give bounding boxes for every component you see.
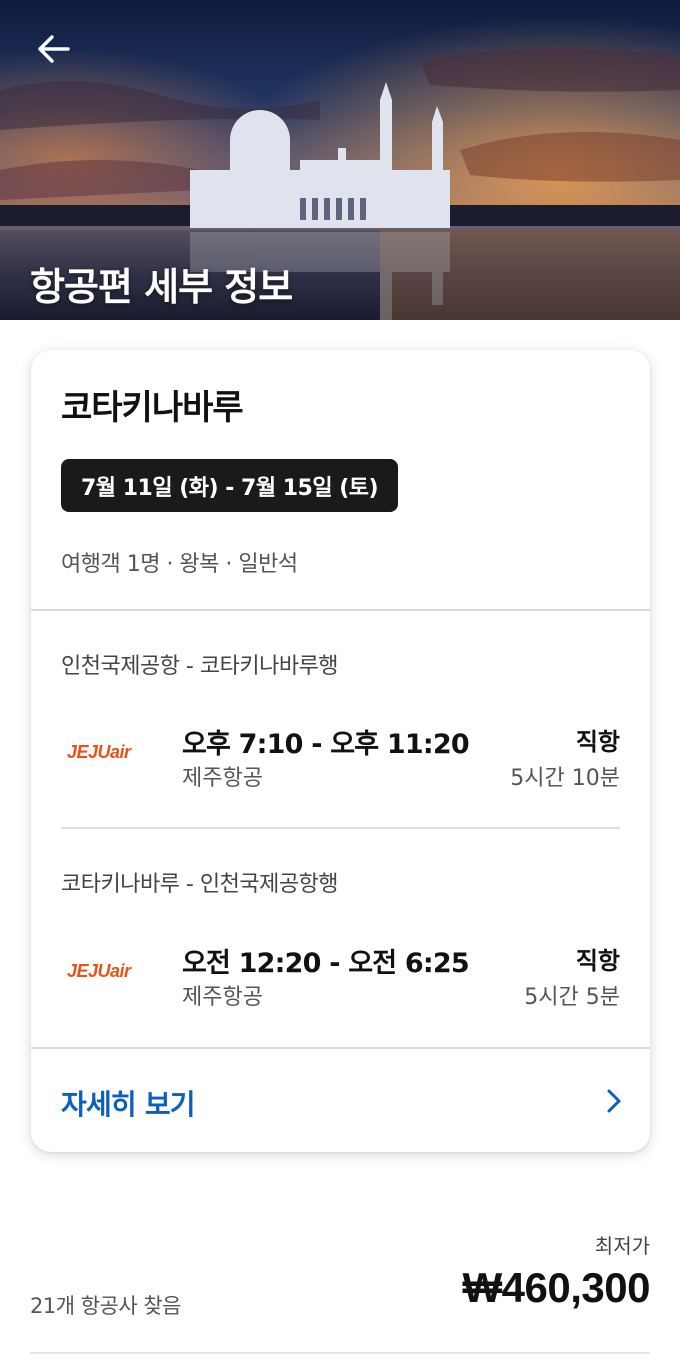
outbound-flight-row: JEJUair 오후 7:10 - 오후 11:20 제주항공 직항 5시간 1… bbox=[31, 722, 650, 792]
return-flight-row: JEJUair 오전 12:20 - 오전 6:25 제주항공 직항 5시간 5… bbox=[31, 941, 650, 1011]
view-details-button[interactable]: 자세히 보기 bbox=[31, 1050, 650, 1152]
return-times: 오전 12:20 - 오전 6:25 bbox=[182, 948, 470, 979]
jejuair-logo: JEJUair bbox=[67, 742, 131, 762]
chevron-right-icon bbox=[607, 1089, 621, 1113]
back-button[interactable] bbox=[26, 22, 80, 76]
view-details-label: 자세히 보기 bbox=[61, 1088, 196, 1121]
return-airline: 제주항공 bbox=[182, 985, 263, 1010]
return-route-label: 코타키나바루 - 인천국제공항행 bbox=[61, 872, 339, 897]
trip-info: 여행객 1명 · 왕복 · 일반석 bbox=[61, 552, 298, 577]
outbound-airline: 제주항공 bbox=[182, 766, 263, 791]
divider bbox=[30, 1352, 650, 1354]
divider bbox=[61, 827, 620, 829]
return-duration: 5시간 5분 bbox=[524, 985, 620, 1010]
arrow-left-icon bbox=[38, 35, 70, 63]
travel-dates-chip: 7월 11일 (화) - 7월 15일 (토) bbox=[61, 459, 399, 512]
divider bbox=[31, 1047, 650, 1049]
divider bbox=[31, 609, 650, 611]
hero-header: 항공편 세부 정보 bbox=[0, 0, 680, 320]
page-title: 항공편 세부 정보 bbox=[30, 265, 293, 309]
airlines-found-count: 21개 항공사 찾음 bbox=[30, 1294, 182, 1318]
outbound-times: 오후 7:10 - 오후 11:20 bbox=[182, 729, 470, 760]
lowest-price-label: 최저가 bbox=[594, 1234, 650, 1258]
outbound-route-label: 인천국제공항 - 코타키나바루행 bbox=[61, 654, 339, 679]
jejuair-logo: JEJUair bbox=[67, 961, 131, 981]
outbound-duration: 5시간 10분 bbox=[510, 766, 620, 791]
flight-details-card: 코타키나바루 7월 11일 (화) - 7월 15일 (토) 여행객 1명 · … bbox=[31, 350, 650, 1152]
lowest-price: ₩460,300 bbox=[462, 1264, 651, 1311]
destination-title: 코타키나바루 bbox=[61, 388, 244, 428]
outbound-stops: 직항 bbox=[575, 728, 620, 756]
return-stops: 직항 bbox=[575, 947, 620, 975]
